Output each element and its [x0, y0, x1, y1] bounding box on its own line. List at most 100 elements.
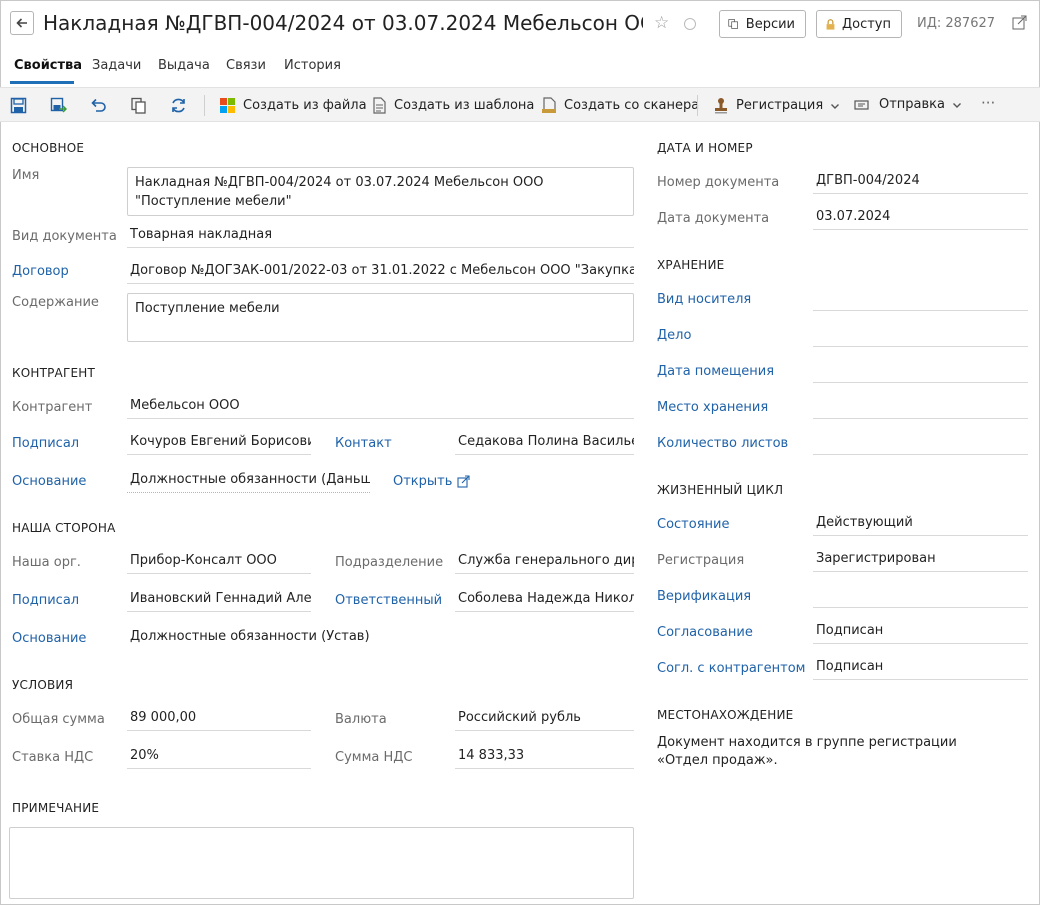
copy-icon[interactable] — [130, 97, 147, 114]
open-new-window-icon[interactable] — [1012, 15, 1027, 30]
cp-signed-link[interactable]: Подписал — [12, 436, 79, 451]
case-link[interactable]: Дело — [657, 328, 691, 343]
verification-field[interactable] — [813, 585, 1028, 608]
page-title: Накладная №ДГВП-004/2024 от 03.07.2024 М… — [43, 11, 643, 35]
responsible-link[interactable]: Ответственный — [335, 593, 442, 608]
registration-status-field[interactable]: Зарегистрирован — [813, 549, 1028, 572]
create-from-file-button[interactable]: Создать из файла — [219, 97, 367, 114]
create-from-template-label: Создать из шаблона — [394, 98, 535, 113]
registration-dropdown[interactable]: Регистрация — [713, 97, 840, 114]
tab-tasks[interactable]: Задачи — [92, 58, 141, 73]
access-button[interactable]: Доступ — [816, 10, 902, 38]
create-from-scanner-button[interactable]: Создать со сканера — [541, 97, 699, 114]
tab-properties[interactable]: Свойства — [14, 58, 82, 73]
our-org-label: Наша орг. — [12, 555, 81, 570]
doc-date-field[interactable]: 03.07.2024 — [813, 207, 1028, 230]
tab-links[interactable]: Связи — [226, 58, 266, 73]
save-and-close-icon[interactable] — [50, 97, 67, 114]
tab-history[interactable]: История — [284, 58, 341, 73]
storage-location-field[interactable] — [813, 396, 1028, 419]
versions-label: Версии — [745, 16, 795, 32]
send-label: Отправка — [879, 97, 946, 112]
active-tab-indicator — [10, 81, 74, 84]
note-field[interactable] — [9, 827, 634, 899]
office-icon — [220, 98, 235, 113]
responsible-field[interactable]: Соболева Надежда Никола — [455, 589, 634, 612]
contract-link[interactable]: Договор — [12, 264, 69, 279]
contact-field[interactable]: Седакова Полина Васильев — [455, 432, 634, 455]
status-circle-icon[interactable] — [684, 18, 696, 30]
storage-location-link[interactable]: Место хранения — [657, 400, 768, 415]
vat-rate-field[interactable]: 20% — [127, 746, 311, 769]
cp-basis-field[interactable]: Должностные обязанности (Даньщ... — [127, 470, 370, 493]
counterparty-label: Контрагент — [12, 400, 93, 415]
doc-type-label: Вид документа — [12, 229, 117, 244]
currency-label: Валюта — [335, 712, 387, 727]
state-field[interactable]: Действующий — [813, 513, 1028, 536]
section-counterparty: КОНТРАГЕНТ — [12, 366, 96, 380]
section-conditions: УСЛОВИЯ — [12, 678, 74, 692]
department-label: Подразделение — [335, 555, 444, 570]
cp-approval-field[interactable]: Подписан — [813, 657, 1028, 680]
versions-button[interactable]: Версии — [719, 10, 806, 38]
state-link[interactable]: Состояние — [657, 517, 729, 532]
our-signed-field[interactable]: Ивановский Геннадий Алек — [127, 589, 311, 612]
our-basis-link[interactable]: Основание — [12, 631, 86, 646]
sheet-count-link[interactable]: Количество листов — [657, 436, 788, 451]
toolbar-separator — [204, 95, 205, 116]
contract-field[interactable]: Договор №ДОГЗАК-001/2022-03 от 31.01.202… — [127, 261, 634, 284]
doc-number-label: Номер документа — [657, 175, 780, 190]
location-text: Документ находится в группе регистрации … — [657, 735, 957, 768]
approval-link[interactable]: Согласование — [657, 625, 753, 640]
create-from-file-label: Создать из файла — [243, 98, 367, 113]
our-basis-field[interactable]: Должностные обязанности (Устав) — [127, 627, 634, 650]
contact-link[interactable]: Контакт — [335, 436, 392, 451]
back-button[interactable] — [10, 11, 34, 35]
vat-rate-label: Ставка НДС — [12, 750, 94, 765]
toolbar: Создать из файла Создать из шаблона Созд… — [0, 87, 1040, 122]
verification-link[interactable]: Верификация — [657, 589, 751, 604]
create-from-template-button[interactable]: Создать из шаблона — [372, 97, 534, 114]
media-type-field[interactable] — [813, 288, 1028, 311]
lock-icon — [826, 18, 835, 30]
our-org-field[interactable]: Прибор-Консалт ООО — [127, 551, 311, 574]
approval-field[interactable]: Подписан — [813, 621, 1028, 644]
doc-type-field[interactable]: Товарная накладная — [127, 225, 634, 248]
send-dropdown[interactable]: Отправка — [854, 97, 962, 112]
section-storage: ХРАНЕНИЕ — [657, 258, 725, 272]
toolbar-separator — [697, 95, 698, 116]
more-actions-button[interactable]: ··· — [981, 94, 995, 112]
content-field[interactable]: Поступление мебели — [127, 293, 634, 342]
counterparty-field[interactable]: Мебельсон ООО — [127, 396, 634, 419]
undo-icon[interactable] — [90, 97, 107, 114]
doc-number-field[interactable]: ДГВП-004/2024 — [813, 171, 1028, 194]
save-icon[interactable] — [10, 97, 27, 114]
content-label: Содержание — [12, 295, 99, 310]
section-lifecycle: ЖИЗНЕННЫЙ ЦИКЛ — [657, 483, 784, 497]
cp-approval-link[interactable]: Согл. с контрагентом — [657, 661, 805, 676]
total-sum-field[interactable]: 89 000,00 — [127, 708, 311, 731]
sheet-count-field[interactable] — [813, 432, 1028, 455]
vat-sum-field[interactable]: 14 833,33 — [455, 746, 634, 769]
department-field[interactable]: Служба генерального дире — [455, 551, 634, 574]
placement-date-link[interactable]: Дата помещения — [657, 364, 774, 379]
cp-basis-link[interactable]: Основание — [12, 474, 86, 489]
name-field[interactable]: Накладная №ДГВП-004/2024 от 03.07.2024 М… — [127, 167, 634, 216]
section-our-side: НАША СТОРОНА — [12, 521, 116, 535]
case-field[interactable] — [813, 324, 1028, 347]
section-location: МЕСТОНАХОЖДЕНИЕ — [657, 708, 794, 722]
send-icon — [854, 99, 869, 110]
currency-field[interactable]: Российский рубль — [455, 708, 634, 731]
our-signed-link[interactable]: Подписал — [12, 593, 79, 608]
open-label: Открыть — [393, 474, 453, 489]
placement-date-field[interactable] — [813, 360, 1028, 383]
refresh-icon[interactable] — [170, 97, 187, 114]
media-type-link[interactable]: Вид носителя — [657, 292, 751, 307]
open-basis-link[interactable]: Открыть — [393, 474, 470, 489]
cp-signed-field[interactable]: Кочуров Евгений Борисови — [127, 432, 311, 455]
section-date-number: ДАТА И НОМЕР — [657, 141, 753, 155]
tab-issuance[interactable]: Выдача — [158, 58, 210, 73]
versions-icon — [728, 19, 738, 29]
favorite-star-icon[interactable]: ☆ — [654, 13, 669, 33]
registration-label: Регистрация — [736, 98, 824, 113]
